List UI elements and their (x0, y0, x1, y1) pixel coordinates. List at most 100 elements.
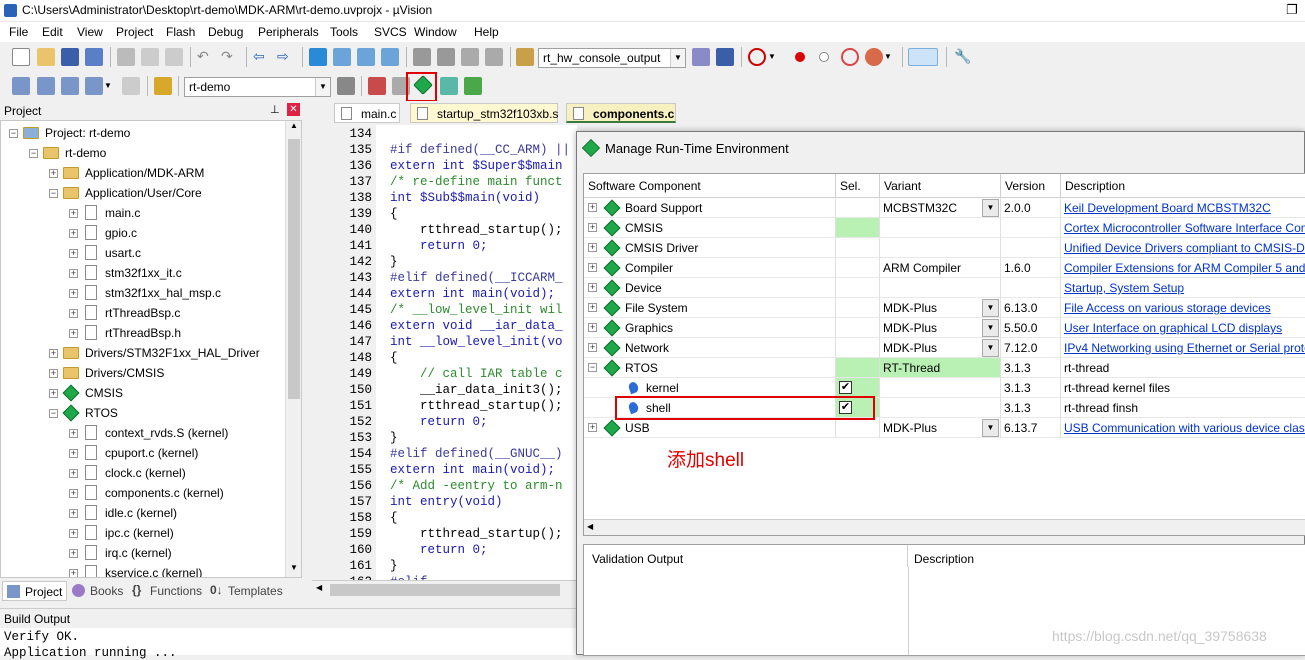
scroll-thumb[interactable] (288, 139, 300, 399)
chevron-down-icon[interactable]: ▼ (315, 78, 330, 96)
expand-icon[interactable]: + (49, 169, 58, 178)
chevron-down-icon[interactable]: ▼ (982, 319, 999, 337)
paste-icon[interactable] (165, 48, 183, 66)
menu-debug[interactable]: Debug (208, 25, 243, 39)
indent-icon[interactable] (413, 48, 431, 66)
expand-icon[interactable]: + (69, 529, 78, 538)
component-row[interactable]: − RTOS RT-Thread 3.1.3 rt-thread (584, 358, 1305, 378)
target-combo[interactable]: rt-demo ▼ (184, 77, 331, 97)
tree-item[interactable]: + kservice.c (kernel) (1, 563, 283, 577)
component-row[interactable]: + Graphics MDK-Plus ▼ 5.50.0 User Interface o… (584, 318, 1305, 338)
menu-edit[interactable]: Edit (42, 25, 63, 39)
select-cell[interactable] (836, 198, 880, 218)
expand-icon[interactable]: + (588, 343, 597, 352)
description-link[interactable]: USB Communication with various device cl… (1064, 421, 1305, 435)
nav-back-icon[interactable]: ⇦ (253, 48, 271, 66)
variant-cell[interactable]: MDK-Plus ▼ (880, 418, 1001, 438)
tab-templates[interactable]: 0↓ Templates (206, 581, 287, 601)
tree-item[interactable]: + stm32f1xx_hal_msp.c (1, 283, 283, 303)
variant-cell[interactable]: MDK-Plus ▼ (880, 318, 1001, 338)
expand-icon[interactable]: + (69, 569, 78, 577)
expand-icon[interactable]: + (69, 289, 78, 298)
find-icon[interactable] (692, 48, 710, 66)
chevron-down-icon[interactable]: ▼ (982, 299, 999, 317)
tree-item[interactable]: + clock.c (kernel) (1, 463, 283, 483)
tab-functions[interactable]: {} Functions (128, 581, 206, 601)
chevron-down-icon[interactable]: ▼ (768, 48, 786, 66)
menu-window[interactable]: Window (414, 25, 457, 39)
tree-item[interactable]: + cpuport.c (kernel) (1, 443, 283, 463)
uncomment-icon[interactable] (485, 48, 503, 66)
window-layout-icon[interactable] (908, 48, 938, 66)
select-cell[interactable] (836, 358, 880, 378)
tab-startup-s[interactable]: startup_stm32f103xb.s (410, 103, 558, 123)
stop-build-icon[interactable] (122, 77, 140, 95)
expand-icon[interactable]: + (69, 469, 78, 478)
variant-cell[interactable]: RT-Thread (880, 358, 1001, 378)
tree-item[interactable]: + context_rvds.S (kernel) (1, 423, 283, 443)
select-cell[interactable] (836, 418, 880, 438)
hscroll-thumb[interactable] (330, 584, 560, 596)
download-icon[interactable] (154, 77, 172, 95)
expand-icon[interactable]: + (69, 329, 78, 338)
variant-cell[interactable] (880, 278, 1001, 298)
close-icon[interactable]: ✕ (287, 103, 300, 116)
component-row[interactable]: + CMSIS Driver Unified Device Drivers comp… (584, 238, 1305, 258)
expand-icon[interactable]: + (69, 549, 78, 558)
expand-icon[interactable]: + (588, 223, 597, 232)
menu-flash[interactable]: Flash (166, 25, 195, 39)
tree-item[interactable]: + main.c (1, 203, 283, 223)
col-header-version[interactable]: Version (1001, 174, 1061, 198)
menu-help[interactable]: Help (474, 25, 499, 39)
select-cell[interactable] (836, 218, 880, 238)
tree-item[interactable]: + CMSIS (1, 383, 283, 403)
col-header-sel[interactable]: Sel. (836, 174, 880, 198)
nav-forward-icon[interactable]: ⇨ (277, 48, 295, 66)
menu-project[interactable]: Project (116, 25, 153, 39)
collapse-icon[interactable]: − (49, 189, 58, 198)
code-editor[interactable]: 134 135 #if defined(__CC_ARM) || 136 extern … (312, 125, 577, 589)
chevron-down-icon[interactable]: ▼ (884, 48, 902, 66)
component-row[interactable]: kernel ✔ 3.1.3 rt-thread kernel files (584, 378, 1305, 398)
variant-cell[interactable]: MCBSTM32C ▼ (880, 198, 1001, 218)
validation-output-header[interactable]: Validation Output (584, 545, 908, 567)
scroll-down-icon[interactable]: ▼ (288, 563, 300, 577)
debug-session-icon[interactable] (748, 48, 766, 66)
breakpoint-options-icon[interactable] (865, 48, 883, 66)
tree-item[interactable]: + stm32f1xx_it.c (1, 263, 283, 283)
expand-icon[interactable]: + (69, 229, 78, 238)
expand-icon[interactable]: + (49, 389, 58, 398)
scroll-left-icon[interactable]: ◀ (316, 583, 322, 592)
select-cell[interactable] (836, 338, 880, 358)
tree-item[interactable]: + ipc.c (kernel) (1, 523, 283, 543)
find-in-files-icon[interactable] (516, 48, 534, 66)
expand-icon[interactable]: + (588, 323, 597, 332)
description-link[interactable]: Cortex Microcontroller Software Interfac… (1064, 221, 1305, 235)
prev-bookmark-icon[interactable] (333, 48, 351, 66)
breakpoint-icon[interactable] (795, 52, 805, 62)
unindent-icon[interactable] (437, 48, 455, 66)
pin-icon[interactable]: ⊥ (270, 103, 280, 116)
expand-icon[interactable]: + (69, 489, 78, 498)
variant-cell[interactable] (880, 378, 1001, 398)
expand-icon[interactable]: + (69, 309, 78, 318)
restore-icon[interactable]: ❐ (1278, 0, 1305, 22)
scroll-left-icon[interactable]: ◀ (587, 522, 593, 531)
menu-file[interactable]: File (9, 25, 28, 39)
tree-item[interactable]: + Drivers/STM32F1xx_HAL_Driver (1, 343, 283, 363)
copy-icon[interactable] (141, 48, 159, 66)
expand-icon[interactable]: + (588, 263, 597, 272)
component-row[interactable]: + Compiler ARM Compiler 1.6.0 Compiler Exten… (584, 258, 1305, 278)
variant-cell[interactable] (880, 238, 1001, 258)
redo-icon[interactable]: ↷ (221, 48, 239, 66)
expand-icon[interactable]: + (588, 423, 597, 432)
tab-main-c[interactable]: main.c (334, 103, 400, 123)
build-icon[interactable] (37, 77, 55, 95)
expand-icon[interactable]: + (49, 369, 58, 378)
expand-icon[interactable]: + (69, 509, 78, 518)
description-link[interactable]: File Access on various storage devices (1064, 301, 1271, 315)
select-cell[interactable] (836, 238, 880, 258)
component-row[interactable]: + USB MDK-Plus ▼ 6.13.7 USB Communication wit… (584, 418, 1305, 438)
component-row[interactable]: + Device Startup, System Setup (584, 278, 1305, 298)
validation-description-header[interactable]: Description (908, 545, 1305, 567)
